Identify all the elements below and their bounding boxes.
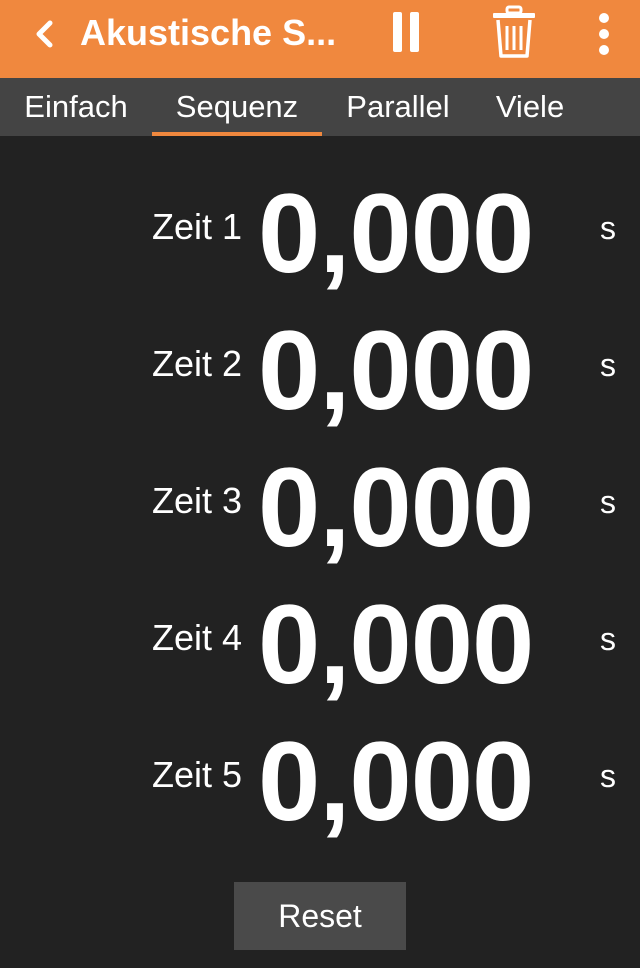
timer-row: Zeit 4 0,000 s bbox=[0, 576, 640, 707]
timer-unit: s bbox=[600, 347, 616, 383]
timer-value: 0,000 bbox=[258, 171, 534, 296]
app-bar: Akustische S... bbox=[0, 0, 640, 78]
trash-icon bbox=[493, 5, 535, 58]
timer-row: Zeit 2 0,000 s bbox=[0, 302, 640, 433]
app-screen: Akustische S... Einfach Sequenz Parallel… bbox=[0, 0, 640, 968]
tab-parallel[interactable]: Parallel bbox=[342, 78, 454, 136]
timer-unit: s bbox=[600, 210, 616, 246]
tab-einfach[interactable]: Einfach bbox=[20, 78, 132, 136]
timer-value: 0,000 bbox=[258, 719, 534, 844]
timer-label: Zeit 4 bbox=[151, 617, 242, 658]
pause-button[interactable] bbox=[384, 10, 428, 54]
back-button[interactable] bbox=[22, 12, 66, 56]
timer-row: Zeit 1 0,000 s bbox=[0, 165, 640, 296]
reset-button[interactable]: Reset bbox=[234, 882, 406, 950]
timer-unit: s bbox=[600, 758, 616, 794]
timer-value: 0,000 bbox=[258, 445, 534, 570]
timer-value: 0,000 bbox=[258, 308, 534, 433]
more-vertical-icon bbox=[599, 13, 609, 55]
tab-bar: Einfach Sequenz Parallel Viele bbox=[0, 78, 640, 136]
timer-row: Zeit 3 0,000 s bbox=[0, 439, 640, 570]
timer-value: 0,000 bbox=[258, 582, 534, 707]
timer-label: Zeit 5 bbox=[151, 754, 242, 795]
chevron-left-icon bbox=[36, 20, 53, 48]
timer-label: Zeit 2 bbox=[151, 343, 242, 384]
pause-icon bbox=[393, 12, 419, 52]
timer-label: Zeit 1 bbox=[151, 206, 242, 247]
timer-row: Zeit 5 0,000 s bbox=[0, 713, 640, 844]
timer-label: Zeit 3 bbox=[151, 480, 242, 521]
timer-unit: s bbox=[600, 484, 616, 520]
delete-button[interactable] bbox=[486, 2, 542, 62]
page-title: Akustische S... bbox=[80, 12, 337, 53]
timer-unit: s bbox=[600, 621, 616, 657]
tab-viele[interactable]: Viele bbox=[492, 78, 568, 136]
tab-sequenz[interactable]: Sequenz bbox=[152, 78, 322, 136]
overflow-menu-button[interactable] bbox=[584, 10, 624, 58]
